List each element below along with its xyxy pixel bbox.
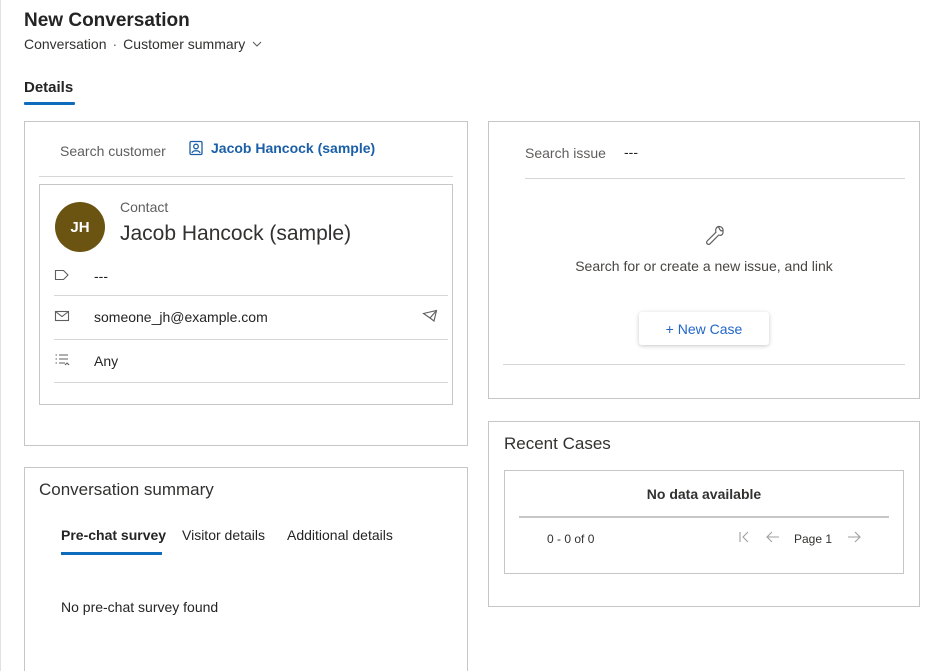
issue-card: Search issue --- Search for or create a … [488, 121, 920, 399]
list-icon [55, 354, 70, 366]
pre-chat-empty-message: No pre-chat survey found [61, 599, 219, 615]
breadcrumb-entity: Conversation [24, 36, 107, 52]
email-value: someone_jh@example.com [94, 309, 268, 325]
customer-lookup-name[interactable]: Jacob Hancock (sample) [211, 140, 375, 156]
mail-icon [54, 310, 70, 322]
search-issue-label: Search issue [525, 145, 606, 161]
next-page-icon[interactable] [846, 529, 862, 545]
preferred-contact-value: Any [94, 353, 119, 369]
page: New Conversation Conversation · Customer… [0, 0, 940, 671]
new-case-button[interactable]: + New Case [639, 312, 769, 345]
tab-details[interactable]: Details [24, 79, 73, 96]
search-customer-label: Search customer [60, 143, 166, 159]
preferred-contact-row: Any [54, 339, 448, 383]
divider [519, 516, 889, 518]
tab-pre-chat-survey[interactable]: Pre-chat survey [61, 527, 166, 543]
page-number: Page 1 [794, 532, 833, 546]
first-page-icon[interactable] [737, 530, 751, 544]
customer-card: Search customer Jacob Hancock (sample) J… [24, 121, 468, 446]
form-selector-label[interactable]: Customer summary [123, 36, 245, 52]
search-issue-value[interactable]: --- [624, 144, 638, 160]
tab-visitor-details[interactable]: Visitor details [182, 527, 265, 543]
contact-card-icon [189, 140, 203, 156]
divider [525, 178, 905, 179]
page-title: New Conversation [24, 10, 190, 31]
active-tab-indicator [61, 552, 162, 555]
divider [503, 364, 905, 365]
previous-page-icon[interactable] [765, 529, 781, 545]
tag-icon [54, 269, 69, 281]
tab-details-indicator [24, 102, 75, 105]
contact-name: Jacob Hancock (sample) [120, 222, 352, 245]
customer-lookup-link[interactable]: Jacob Hancock (sample) [188, 140, 375, 156]
divider [39, 176, 453, 177]
tab-additional-details[interactable]: Additional details [287, 527, 393, 543]
record-count: 0 - 0 of 0 [547, 532, 595, 546]
send-email-icon[interactable] [422, 308, 438, 324]
contact-type-label: Contact [120, 199, 169, 215]
chevron-down-icon[interactable] [251, 38, 263, 50]
wrench-icon [706, 225, 724, 245]
email-row: someone_jh@example.com [54, 295, 448, 339]
conversation-summary-title: Conversation summary [39, 480, 214, 499]
tag-value: --- [94, 268, 108, 284]
contact-tag-row: --- [54, 255, 448, 295]
conversation-summary-card: Conversation summary Pre-chat survey Vis… [24, 467, 468, 671]
left-border [0, 0, 1, 671]
recent-cases-card: Recent Cases No data available 0 - 0 of … [488, 421, 920, 607]
breadcrumb-separator: · [112, 36, 118, 52]
issue-empty-message: Search for or create a new issue, and li… [575, 258, 833, 274]
breadcrumb: Conversation · Customer summary [24, 36, 263, 52]
avatar: JH [55, 202, 105, 252]
contact-details-box: JH Contact Jacob Hancock (sample) --- so… [39, 184, 453, 405]
no-data-message: No data available [646, 486, 762, 502]
recent-cases-title: Recent Cases [504, 434, 611, 453]
recent-cases-grid: No data available 0 - 0 of 0 Page 1 [504, 470, 904, 574]
